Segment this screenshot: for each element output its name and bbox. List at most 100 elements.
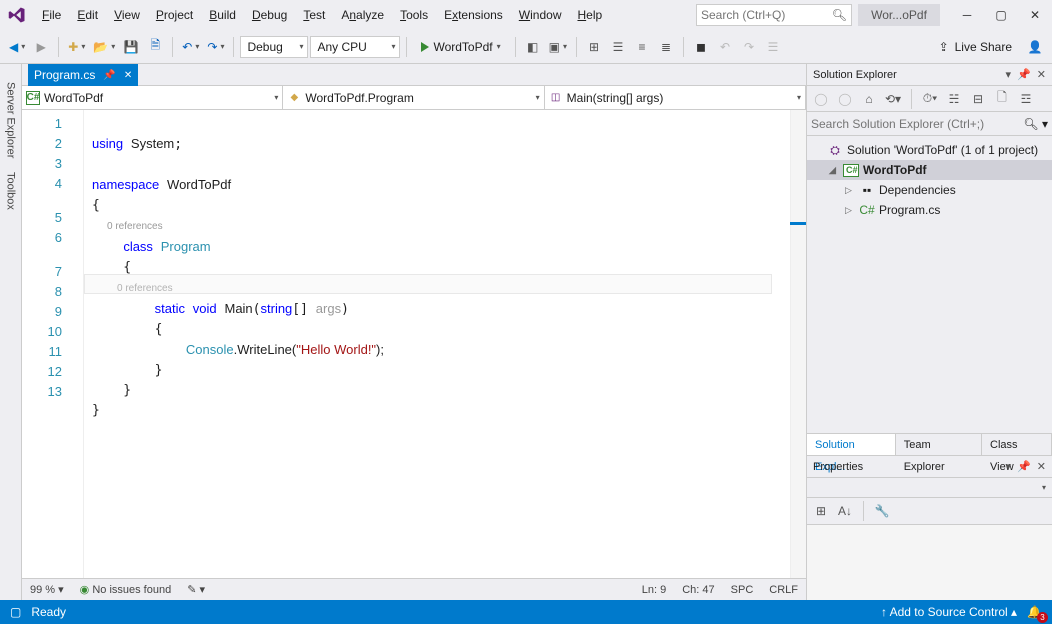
menu-edit[interactable]: Edit bbox=[69, 0, 106, 30]
tab-solution-explorer[interactable]: Solution Expl... bbox=[807, 434, 896, 455]
editor-scrollbar[interactable] bbox=[790, 110, 806, 578]
feedback-icon[interactable]: 👤 bbox=[1024, 36, 1046, 58]
code-editor[interactable]: using System; namespace WordToPdf { 0 re… bbox=[84, 110, 790, 578]
separator bbox=[576, 37, 577, 57]
save-all-button[interactable]: 🗎 bbox=[144, 36, 166, 58]
tool-btn[interactable]: ☰ bbox=[607, 36, 629, 58]
close-button[interactable]: ✕ bbox=[1018, 0, 1052, 30]
menu-project[interactable]: Project bbox=[148, 0, 201, 30]
properties-toolbar: ⊞ A↓ 🔧 bbox=[807, 498, 1052, 524]
alphabetical-icon[interactable]: A↓ bbox=[835, 501, 855, 521]
wrench-icon[interactable]: 🔧 bbox=[872, 501, 892, 521]
tool-icon[interactable]: ☵ bbox=[944, 89, 964, 109]
save-button[interactable]: 💾 bbox=[120, 36, 142, 58]
menu-file[interactable]: File bbox=[34, 0, 69, 30]
tool-btn[interactable]: ▣ bbox=[546, 36, 570, 58]
open-file-button[interactable]: 📂 bbox=[90, 36, 118, 58]
zoom-combo[interactable]: 99 % ▾ bbox=[30, 583, 64, 596]
close-tab-icon[interactable]: ✕ bbox=[124, 70, 132, 81]
menu-help[interactable]: Help bbox=[569, 0, 610, 30]
show-all-icon[interactable]: 🗋 bbox=[992, 89, 1012, 109]
solution-explorer-search[interactable]: 🔍︎ ▾ bbox=[807, 112, 1052, 136]
new-project-button[interactable]: ✚ bbox=[65, 36, 88, 58]
undo-button[interactable]: ↶ bbox=[179, 36, 202, 58]
tool-btn[interactable]: ≡ bbox=[631, 36, 653, 58]
server-explorer-tab[interactable]: Server Explorer bbox=[5, 82, 17, 158]
expand-icon[interactable]: ▷ bbox=[845, 185, 855, 196]
config-combo[interactable]: Debug bbox=[240, 36, 308, 58]
document-tab-active[interactable]: Program.cs 📌 ✕ bbox=[28, 64, 138, 86]
forward-button[interactable]: ▶ bbox=[30, 36, 52, 58]
navigation-bar: C# WordToPdf ◆ WordToPdf.Program ◫ Main(… bbox=[22, 86, 806, 110]
solution-tree[interactable]: ⛭ Solution 'WordToPdf' (1 of 1 project) … bbox=[807, 136, 1052, 433]
home-icon[interactable]: ⌂ bbox=[859, 89, 879, 109]
minimize-button[interactable]: ─ bbox=[950, 0, 984, 30]
tool-btn[interactable]: ≣ bbox=[655, 36, 677, 58]
quick-launch-input[interactable] bbox=[701, 8, 847, 22]
lineending-indicator[interactable]: CRLF bbox=[769, 584, 798, 596]
spaces-indicator[interactable]: SPC bbox=[731, 584, 754, 596]
categorized-icon[interactable]: ⊞ bbox=[811, 501, 831, 521]
platform-combo[interactable]: Any CPU bbox=[310, 36, 400, 58]
properties-object-combo[interactable]: ▾ bbox=[807, 478, 1052, 498]
redo-button[interactable]: ↷ bbox=[204, 36, 227, 58]
right-panel: Solution Explorer ▾ 📌 ✕ ◯ ◯ ⌂ ⟲▾ ⏱▾ ☵ ⊟ … bbox=[806, 64, 1052, 600]
separator bbox=[911, 89, 912, 109]
tool-btn[interactable]: ◧ bbox=[522, 36, 544, 58]
menu-analyze[interactable]: Analyze bbox=[333, 0, 392, 30]
dependencies-node[interactable]: ▷ ▪▪ Dependencies bbox=[807, 180, 1052, 200]
menu-debug[interactable]: Debug bbox=[244, 0, 295, 30]
tool-btn[interactable]: ↷ bbox=[738, 36, 760, 58]
properties-grid[interactable] bbox=[807, 524, 1052, 600]
nav-member-combo[interactable]: ◫ Main(string[] args) bbox=[545, 86, 806, 109]
notifications-button[interactable]: 🔔 3 bbox=[1027, 605, 1042, 619]
collapse-icon[interactable]: ⊟ bbox=[968, 89, 988, 109]
live-share-button[interactable]: ⇪ Live Share bbox=[929, 36, 1022, 58]
back-button[interactable]: ◀ bbox=[6, 36, 28, 58]
status-bar: ▢ Ready ↑ Add to Source Control ▴ 🔔 3 bbox=[0, 600, 1052, 624]
file-node[interactable]: ▷ C# Program.cs bbox=[807, 200, 1052, 220]
solution-search-input[interactable] bbox=[811, 117, 1023, 131]
maximize-button[interactable]: ▢ bbox=[984, 0, 1018, 30]
tool-btn[interactable]: ⊞ bbox=[583, 36, 605, 58]
tab-team-explorer[interactable]: Team Explorer bbox=[896, 434, 982, 455]
pin-icon[interactable]: 📌 bbox=[103, 70, 115, 81]
close-panel-icon[interactable]: ✕ bbox=[1037, 68, 1046, 81]
fold-column[interactable] bbox=[70, 110, 84, 578]
tool-icon[interactable]: ⏱▾ bbox=[920, 89, 940, 109]
expand-icon[interactable]: ◢ bbox=[829, 165, 839, 176]
window-position-icon[interactable]: ▾ bbox=[1006, 68, 1012, 81]
solution-node[interactable]: ⛭ Solution 'WordToPdf' (1 of 1 project) bbox=[807, 140, 1052, 160]
menu-tools[interactable]: Tools bbox=[392, 0, 436, 30]
properties-icon[interactable]: ☲ bbox=[1016, 89, 1036, 109]
nav-scope-combo[interactable]: C# WordToPdf bbox=[22, 86, 283, 109]
nav-class-combo[interactable]: ◆ WordToPdf.Program bbox=[283, 86, 544, 109]
panel-title: Solution Explorer bbox=[813, 69, 897, 81]
bookmark-icon[interactable]: ◼ bbox=[690, 36, 712, 58]
source-control-button[interactable]: ↑ Add to Source Control ▴ bbox=[881, 605, 1017, 619]
window-position-icon[interactable]: ▾ bbox=[1006, 460, 1012, 473]
menu-window[interactable]: Window bbox=[511, 0, 570, 30]
class-icon: ◆ bbox=[287, 91, 301, 105]
tab-class-view[interactable]: Class View bbox=[982, 434, 1052, 455]
expand-icon[interactable]: ▷ bbox=[845, 205, 855, 216]
menu-view[interactable]: View bbox=[106, 0, 148, 30]
tool-btn[interactable]: ☰ bbox=[762, 36, 784, 58]
brush-icon[interactable]: ✎ ▾ bbox=[187, 583, 205, 596]
forward-icon[interactable]: ◯ bbox=[835, 89, 855, 109]
pin-icon[interactable]: 📌 bbox=[1017, 460, 1031, 473]
quick-launch-search[interactable]: 🔍︎ bbox=[696, 4, 852, 26]
project-node[interactable]: ◢ C# WordToPdf bbox=[807, 160, 1052, 180]
start-debug-button[interactable]: WordToPdf ▾ bbox=[413, 36, 508, 58]
separator bbox=[683, 37, 684, 57]
menu-test[interactable]: Test bbox=[295, 0, 333, 30]
sync-icon[interactable]: ⟲▾ bbox=[883, 89, 903, 109]
pin-icon[interactable]: 📌 bbox=[1017, 68, 1031, 81]
menu-build[interactable]: Build bbox=[201, 0, 244, 30]
back-icon[interactable]: ◯ bbox=[811, 89, 831, 109]
menu-extensions[interactable]: Extensions bbox=[436, 0, 511, 30]
close-panel-icon[interactable]: ✕ bbox=[1037, 460, 1046, 473]
toolbox-tab[interactable]: Toolbox bbox=[5, 172, 17, 210]
tool-btn[interactable]: ↶ bbox=[714, 36, 736, 58]
status-text: Ready bbox=[31, 605, 66, 619]
